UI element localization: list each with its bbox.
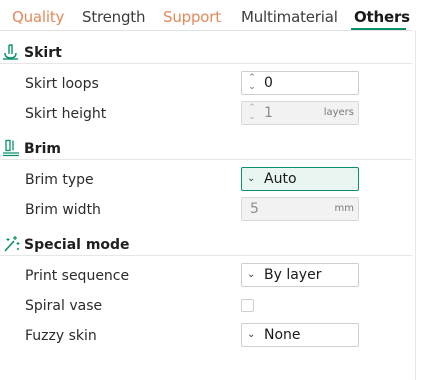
print-sequence-value[interactable]: By layer [264, 266, 321, 284]
section-skirt: Skirt [0, 42, 412, 64]
brim-type-label: Brim type [25, 172, 94, 188]
print-sequence-label: Print sequence [25, 268, 130, 284]
skirt-loops-value[interactable]: 0 [264, 74, 273, 92]
section-title-skirt: Skirt [24, 45, 62, 61]
section-divider [0, 159, 412, 160]
brim-width-unit: mm [334, 203, 354, 214]
tab-bar-divider [0, 30, 412, 31]
skirt-loops-spinbox[interactable]: ⌃ ⌄ 0 [241, 71, 359, 95]
skirt-height-unit: layers [323, 107, 354, 118]
settings-tab-bar: Quality Strength Support Multimaterial O… [0, 0, 439, 30]
brim-type-value[interactable]: Auto [264, 170, 297, 188]
fuzzy-skin-label: Fuzzy skin [25, 328, 97, 344]
section-brim: Brim [0, 138, 412, 160]
chevron-down-icon[interactable]: ⌄ [247, 270, 257, 280]
print-sequence-dropdown[interactable]: ⌄ By layer [241, 263, 359, 287]
section-title-brim: Brim [24, 141, 61, 157]
panel-scroll-edge [415, 30, 416, 380]
spiral-vase-checkbox[interactable] [241, 299, 254, 312]
special-mode-icon [2, 235, 20, 253]
fuzzy-skin-value[interactable]: None [264, 326, 301, 344]
section-special-mode: Special mode [0, 234, 412, 256]
section-title-special-mode: Special mode [24, 237, 130, 253]
tab-support[interactable]: Support [163, 7, 221, 27]
brim-width-label: Brim width [25, 202, 101, 218]
spinner-icon: ⌃ ⌄ [248, 103, 256, 122]
chevron-down-icon[interactable]: ⌄ [247, 330, 257, 340]
fuzzy-skin-dropdown[interactable]: ⌄ None [241, 323, 359, 347]
skirt-icon [2, 43, 20, 61]
section-divider [0, 255, 412, 256]
skirt-height-label: Skirt height [25, 106, 107, 122]
tab-others[interactable]: Others [354, 7, 410, 27]
brim-width-value: 5 [250, 201, 259, 217]
tab-multimaterial[interactable]: Multimaterial [241, 7, 338, 27]
skirt-height-spinbox: ⌃ ⌄ 1 layers [241, 101, 359, 125]
tab-strength[interactable]: Strength [82, 7, 145, 27]
brim-width-input: 5 mm [241, 197, 359, 221]
section-divider [0, 63, 412, 64]
skirt-loops-label: Skirt loops [25, 76, 99, 92]
spiral-vase-label: Spiral vase [25, 298, 103, 314]
brim-type-dropdown[interactable]: ⌄ Auto [241, 167, 359, 191]
spinner-icon[interactable]: ⌃ ⌄ [246, 74, 258, 92]
tab-quality[interactable]: Quality [12, 7, 64, 27]
chevron-down-icon[interactable]: ⌄ [247, 174, 257, 184]
skirt-height-value: 1 [264, 105, 273, 121]
brim-icon [2, 139, 20, 157]
